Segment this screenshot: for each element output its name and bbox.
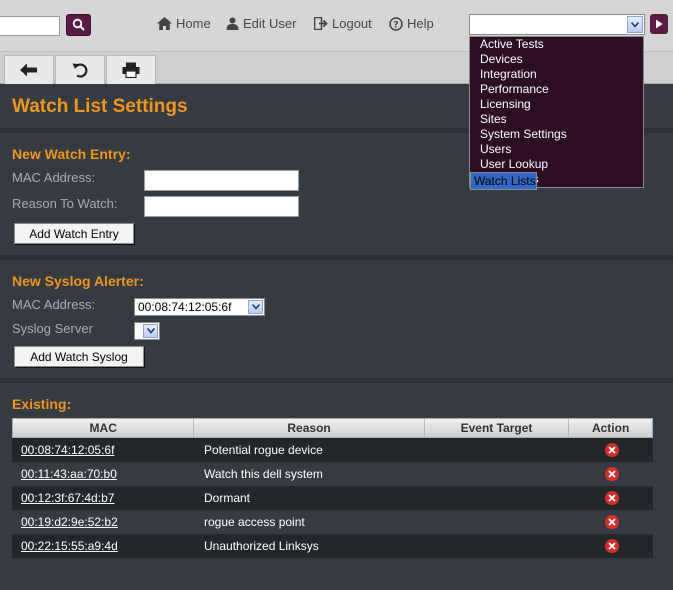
print-button[interactable] — [106, 55, 156, 84]
reason-cell: Watch this dell system — [204, 467, 323, 481]
arrow-left-icon — [20, 63, 37, 77]
reason-cell: Unauthorized Linksys — [204, 539, 319, 553]
dropdown-option[interactable]: Active Tests — [470, 37, 643, 52]
mac-link[interactable]: 00:11:43:aa:70:b0 — [12, 467, 194, 481]
dropdown-option[interactable]: Sites — [470, 112, 643, 127]
reason-cell: Potential rogue device — [204, 443, 323, 457]
syslog-server-select[interactable] — [134, 322, 160, 340]
delete-icon[interactable] — [604, 491, 619, 505]
column-header-mac[interactable]: MAC — [13, 419, 195, 437]
go-button[interactable] — [650, 14, 668, 34]
delete-icon[interactable] — [604, 539, 619, 553]
mac-address-field[interactable] — [144, 170, 299, 191]
search-input[interactable] — [0, 16, 60, 36]
play-icon — [656, 19, 663, 29]
nav-help-link[interactable]: ? Help — [389, 16, 434, 31]
action-cell — [570, 491, 653, 505]
action-cell — [570, 515, 653, 529]
refresh-button[interactable] — [55, 55, 105, 84]
chevron-down-icon[interactable] — [627, 16, 643, 33]
mac-link[interactable]: 00:19:d2:9e:52:b2 — [12, 515, 194, 529]
dropdown-option[interactable]: Performance — [470, 82, 643, 97]
existing-table: MAC Reason Event Target Action 00:08:74:… — [12, 418, 653, 558]
table-row: 00:11:43:aa:70:b0 Watch this dell system — [12, 462, 653, 486]
search-button[interactable] — [66, 14, 91, 36]
existing-heading: Existing: — [12, 396, 72, 412]
chevron-down-icon[interactable] — [248, 300, 263, 314]
table-body: 00:08:74:12:05:6f Potential rogue device 0… — [12, 438, 653, 558]
table-row: 00:08:74:12:05:6f Potential rogue device — [12, 438, 653, 462]
action-cell — [570, 467, 653, 481]
dropdown-option[interactable]: Watch Lists — [470, 172, 537, 190]
syslog-server-label: Syslog Server — [12, 321, 93, 336]
nav-home-link[interactable]: Home — [157, 16, 211, 31]
action-cell — [570, 443, 653, 457]
dropdown-option[interactable]: Users — [470, 142, 643, 157]
nav-logout-label: Logout — [332, 16, 372, 31]
add-watch-syslog-button[interactable]: Add Watch Syslog — [14, 346, 144, 367]
syslog-mac-address-label: MAC Address: — [12, 297, 96, 312]
nav-help-label: Help — [407, 16, 434, 31]
search-icon — [72, 18, 85, 31]
user-icon — [226, 17, 239, 30]
table-row: 00:22:15:55:a9:4d Unauthorized Linksys — [12, 534, 653, 558]
mac-link[interactable]: 00:12:3f:67:4d:b7 — [12, 491, 194, 505]
nav-edit-user-link[interactable]: Edit User — [226, 16, 296, 31]
page-title: Watch List Settings — [12, 96, 188, 117]
dropdown-option[interactable]: User Lookup — [470, 157, 643, 172]
nav-logout-link[interactable]: Logout — [314, 16, 372, 31]
table-header: MAC Reason Event Target Action — [12, 418, 653, 438]
syslog-mac-select[interactable]: 00:08:74:12:05:6f — [134, 298, 265, 316]
mac-link[interactable]: 00:22:15:55:a9:4d — [12, 539, 194, 553]
dropdown-option[interactable]: Licensing — [470, 97, 643, 112]
reason-label: Reason To Watch: — [12, 196, 118, 211]
dropdown-option[interactable]: Integration — [470, 67, 643, 82]
reason-field[interactable] — [144, 196, 299, 217]
action-cell — [570, 539, 653, 553]
mac-link[interactable]: 00:08:74:12:05:6f — [12, 443, 194, 457]
reason-cell: Dormant — [204, 491, 251, 505]
add-watch-entry-button[interactable]: Add Watch Entry — [14, 223, 134, 244]
syslog-mac-select-value: 00:08:74:12:05:6f — [138, 300, 232, 314]
reason-cell: rogue access point — [204, 515, 305, 529]
delete-icon[interactable] — [604, 515, 619, 529]
printer-icon — [122, 62, 140, 78]
help-icon: ? — [389, 16, 403, 31]
column-header-reason[interactable]: Reason — [194, 419, 425, 437]
table-row: 00:19:d2:9e:52:b2 rogue access point — [12, 510, 653, 534]
new-watch-entry-heading: New Watch Entry: — [12, 146, 131, 162]
refresh-icon — [72, 63, 88, 78]
delete-icon[interactable] — [604, 467, 619, 481]
column-header-event-target[interactable]: Event Target — [425, 419, 570, 437]
nav-home-label: Home — [176, 16, 211, 31]
home-icon — [157, 17, 172, 30]
chevron-down-icon[interactable] — [143, 324, 158, 338]
delete-icon[interactable] — [604, 443, 619, 457]
mac-address-label: MAC Address: — [12, 170, 96, 185]
back-button[interactable] — [4, 55, 54, 84]
logout-icon — [314, 17, 328, 30]
nav-edit-user-label: Edit User — [243, 16, 297, 31]
new-syslog-alerter-heading: New Syslog Alerter: — [12, 273, 144, 289]
column-header-action: Action — [591, 421, 630, 435]
page-select-dropdown: Active Tests Devices Integration Performanc… — [469, 36, 644, 190]
dropdown-option[interactable]: Devices — [470, 52, 643, 67]
svg-text:?: ? — [393, 20, 398, 30]
page-select[interactable] — [469, 14, 645, 35]
table-row: 00:12:3f:67:4d:b7 Dormant — [12, 486, 653, 510]
dropdown-option[interactable]: System Settings — [470, 127, 643, 142]
